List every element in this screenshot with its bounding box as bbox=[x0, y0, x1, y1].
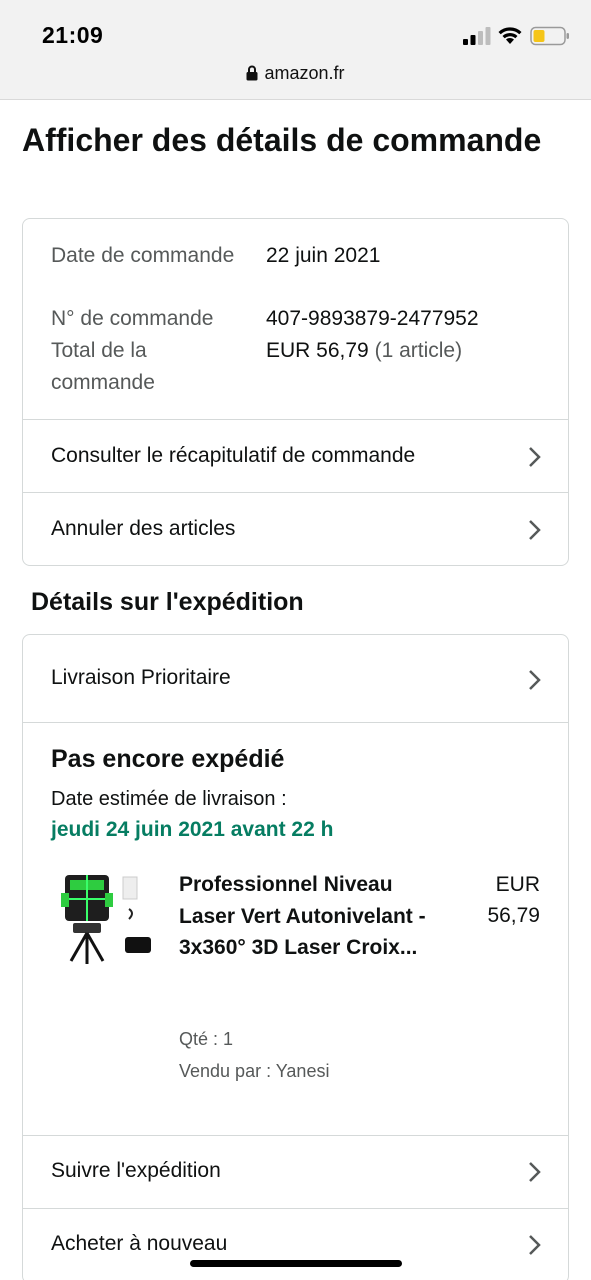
order-summary-label: Consulter le récapitulatif de commande bbox=[51, 444, 416, 467]
product-seller: Vendu par : Yanesi bbox=[179, 1061, 330, 1081]
wifi-icon bbox=[498, 27, 522, 44]
chevron-right-icon bbox=[529, 1235, 541, 1255]
home-indicator[interactable] bbox=[190, 1260, 402, 1267]
status-time: 21:09 bbox=[42, 22, 104, 48]
shipment-status: Pas encore expédié bbox=[51, 745, 285, 773]
signal-icon bbox=[463, 27, 491, 45]
product-image[interactable] bbox=[51, 867, 161, 971]
order-number-label: N° de commande bbox=[51, 307, 214, 330]
chevron-right-icon bbox=[529, 670, 541, 690]
divider bbox=[23, 722, 568, 723]
product-quantity: Qté : 1 bbox=[179, 1029, 234, 1049]
product-price-currency: EUR bbox=[495, 873, 540, 896]
order-date-label: Date de commande bbox=[51, 244, 235, 267]
delivery-estimate-date: jeudi 24 juin 2021 avant 22 h bbox=[51, 818, 334, 841]
order-summary-link[interactable]: Consulter le récapitulatif de commande bbox=[23, 419, 568, 492]
order-total-label: Total de la commande bbox=[51, 339, 155, 394]
address-bar[interactable]: amazon.fr bbox=[0, 63, 591, 84]
chevron-right-icon bbox=[529, 1162, 541, 1182]
chevron-right-icon bbox=[529, 520, 541, 540]
order-number-value: 407-9893879-2477952 bbox=[266, 307, 479, 330]
battery-icon bbox=[530, 26, 569, 46]
buy-again-link[interactable]: Acheter à nouveau bbox=[23, 1208, 568, 1280]
url-text: amazon.fr bbox=[264, 63, 345, 83]
buy-again-label: Acheter à nouveau bbox=[51, 1232, 228, 1255]
shipment-card: Livraison Prioritaire Pas encore expédié… bbox=[22, 634, 569, 1280]
order-total: EUR 56,79 (1 article) bbox=[266, 335, 462, 367]
cancel-items-link[interactable]: Annuler des articles bbox=[23, 492, 568, 565]
browser-top-bar: 21:09 amazon.fr bbox=[0, 0, 591, 100]
order-info-card: Date de commande 22 juin 2021 N° de comm… bbox=[22, 218, 569, 566]
delivery-estimate-label: Date estimée de livraison : bbox=[51, 788, 287, 810]
chevron-right-icon bbox=[529, 447, 541, 467]
order-date-value: 22 juin 2021 bbox=[266, 244, 381, 267]
order-total-value: EUR 56,79 bbox=[266, 339, 369, 362]
product-title-link[interactable]: Professionnel Niveau Laser Vert Autonive… bbox=[179, 869, 439, 964]
shipping-method-link[interactable]: Livraison Prioritaire bbox=[23, 635, 568, 722]
page-title: Afficher des détails de commande bbox=[22, 122, 542, 158]
order-item-count: (1 article) bbox=[374, 339, 463, 362]
shipping-section-title: Détails sur l'expédition bbox=[31, 588, 304, 616]
track-shipment-link[interactable]: Suivre l'expédition bbox=[23, 1135, 568, 1208]
lock-icon bbox=[246, 65, 258, 81]
cancel-items-label: Annuler des articles bbox=[51, 517, 236, 540]
shipping-method-label: Livraison Prioritaire bbox=[51, 666, 231, 689]
track-shipment-label: Suivre l'expédition bbox=[51, 1159, 221, 1182]
product-price-value: 56,79 bbox=[487, 904, 540, 927]
